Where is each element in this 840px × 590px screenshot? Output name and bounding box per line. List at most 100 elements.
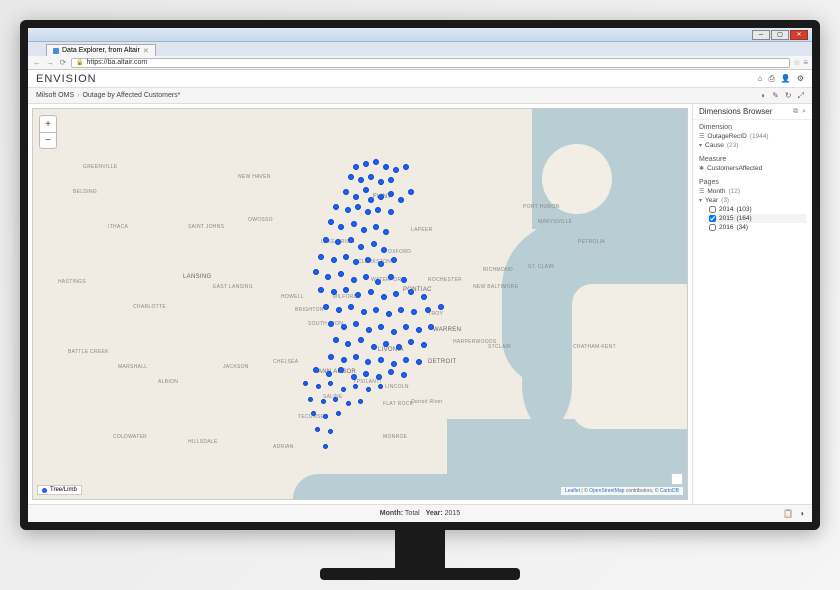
tab-close-icon[interactable]: ✕ — [143, 47, 149, 55]
map-canvas[interactable]: + − GREENVILLE BELDING NEW HAVEN ITHACA … — [32, 108, 688, 500]
visibility-icon[interactable]: ◐ — [761, 91, 766, 101]
pages-heading: Pages — [699, 179, 806, 186]
refresh-icon[interactable]: ↻ — [785, 91, 792, 101]
list-icon: ☰ — [699, 133, 704, 140]
zoom-out-button[interactable]: − — [40, 132, 56, 148]
city-label: CHARLOTTE — [133, 304, 166, 310]
status-footer: Month: Total Year: 2015 📋 ◑ — [28, 504, 812, 522]
city-label: CHATHAM-KENT — [573, 344, 616, 350]
city-label: RICHMOND — [483, 267, 513, 273]
user-icon[interactable]: 👤 — [781, 74, 791, 84]
window-titlebar: ─ ▢ ✕ — [28, 28, 812, 42]
city-label: HASTINGS — [58, 279, 86, 285]
measure-heading: Measure — [699, 156, 806, 163]
city-label: DETROIT — [428, 359, 456, 365]
city-label: OWOSSO — [248, 217, 273, 223]
city-label: NEW BALTIMORE — [473, 284, 518, 290]
city-label: HOWELL — [281, 294, 304, 300]
year-checkbox[interactable] — [709, 206, 716, 213]
city-label: LANSING — [183, 274, 211, 280]
crumb-sep-icon: › — [77, 92, 79, 99]
attrib-carto[interactable]: CartoDB — [660, 488, 679, 494]
app-header: ENVISION ⌂ ⎙ 👤 ⚙ — [28, 70, 812, 88]
city-label: BELDING — [73, 189, 97, 195]
nav-forward-button[interactable]: → — [45, 58, 55, 67]
list-icon: ☰ — [699, 188, 704, 195]
map-inset-toggle[interactable] — [671, 473, 683, 485]
footer-theme-icon[interactable]: ◑ — [799, 509, 804, 518]
nav-back-button[interactable]: ← — [32, 58, 42, 67]
nav-reload-button[interactable]: ⟳ — [58, 58, 68, 67]
panel-search-icon[interactable]: ⌕ — [802, 108, 806, 116]
year-checkbox[interactable] — [709, 224, 716, 231]
edit-icon[interactable]: ✎ — [772, 91, 779, 101]
city-label: EAST LANSING — [213, 284, 253, 290]
browser-navbar: ← → ⟳ 🔒 https://ba.altair.com ☆ ≡ — [28, 56, 812, 70]
city-label: PORT HURON — [523, 204, 559, 210]
panel-title: Dimensions Browser — [699, 107, 772, 116]
browser-menu-icon[interactable]: ≡ — [803, 58, 808, 67]
attrib-osm[interactable]: OpenStreetMap — [589, 488, 624, 494]
url-input[interactable]: 🔒 https://ba.altair.com — [71, 58, 790, 68]
city-label: FLAT ROCK — [383, 401, 413, 407]
tab-title: Data Explorer, from Altair — [62, 47, 140, 54]
window-minimize-button[interactable]: ─ — [752, 30, 770, 40]
city-label: ROCHESTER — [428, 277, 462, 283]
city-label: WARREN — [433, 327, 461, 333]
city-label: SOUTH LYON — [308, 321, 343, 327]
city-label: STCLAIR — [488, 344, 511, 350]
city-label: ST. CLAIR — [528, 264, 554, 270]
city-label: MONROE — [383, 434, 407, 440]
city-label: MARYSVILLE — [538, 219, 572, 225]
month-row[interactable]: ☰ Month (12) — [699, 187, 806, 196]
dimension-heading: Dimension — [699, 124, 806, 131]
window-close-button[interactable]: ✕ — [790, 30, 808, 40]
map-legend: Tree/Limb — [37, 485, 82, 495]
year-option[interactable]: 2014 (103) — [707, 205, 806, 214]
app-logo: ENVISION — [36, 73, 97, 85]
city-label: CLARKSTON — [358, 259, 391, 265]
city-label: BATTLE CREEK — [68, 349, 109, 355]
dimension-row[interactable]: ☰ OutageRecID (1944) — [699, 132, 806, 141]
panel-copy-icon[interactable]: ⧉ — [793, 108, 798, 116]
print-icon[interactable]: ⎙ — [768, 74, 774, 84]
city-label: ADRIAN — [273, 444, 294, 450]
map-attribution: Leaflet | © OpenStreetMap contributors, … — [561, 487, 683, 495]
legend-dot-icon — [42, 488, 47, 493]
city-label: ALBION — [158, 379, 178, 385]
footer-clipboard-icon[interactable]: 📋 — [783, 509, 793, 518]
year-checkbox[interactable] — [709, 215, 716, 222]
city-label: LAPEER — [411, 227, 433, 233]
city-label: HILLSDALE — [188, 439, 218, 445]
dimensions-browser-panel: Dimensions Browser ⧉ ⌕ Dimension ☰ Outag… — [692, 104, 812, 504]
attrib-leaflet[interactable]: Leaflet — [565, 488, 580, 494]
city-label: COLDWATER — [113, 434, 147, 440]
river-label: Detroit River — [411, 399, 443, 405]
year-option[interactable]: 2016 (34) — [707, 223, 806, 232]
city-label: MARSHALL — [118, 364, 147, 370]
settings-icon[interactable]: ⚙ — [797, 74, 804, 84]
filter-icon: ▾ — [699, 197, 702, 204]
favicon-icon — [53, 48, 59, 54]
home-icon[interactable]: ⌂ — [758, 74, 763, 84]
crumb-page[interactable]: Outage by Affected Customers* — [82, 92, 180, 99]
bookmark-star-icon[interactable]: ☆ — [793, 58, 800, 67]
city-label: PETROLIA — [578, 239, 605, 245]
city-label: JACKSON — [223, 364, 249, 370]
crumb-root[interactable]: Milsoft OMS — [36, 92, 74, 99]
expand-icon[interactable]: ⤢ — [798, 91, 804, 101]
city-label: MILFORD — [333, 294, 358, 300]
city-label: LINCOLN — [385, 384, 409, 390]
browser-tab[interactable]: Data Explorer, from Altair ✕ — [46, 44, 156, 56]
filter-icon: ▾ — [699, 142, 702, 149]
city-label: SAINT JOHNS — [188, 224, 224, 230]
measure-row[interactable]: ✱ CustomersAffected — [699, 164, 806, 173]
city-label: ITHACA — [108, 224, 128, 230]
window-maximize-button[interactable]: ▢ — [771, 30, 789, 40]
city-label: OXFORD — [388, 249, 411, 255]
zoom-in-button[interactable]: + — [40, 116, 56, 132]
city-label: GREENVILLE — [83, 164, 117, 170]
year-filter-row[interactable]: ▾ Year (3) — [699, 196, 806, 205]
year-option[interactable]: 2015 (164) — [707, 214, 806, 223]
cause-filter-row[interactable]: ▾ Cause (23) — [699, 141, 806, 150]
